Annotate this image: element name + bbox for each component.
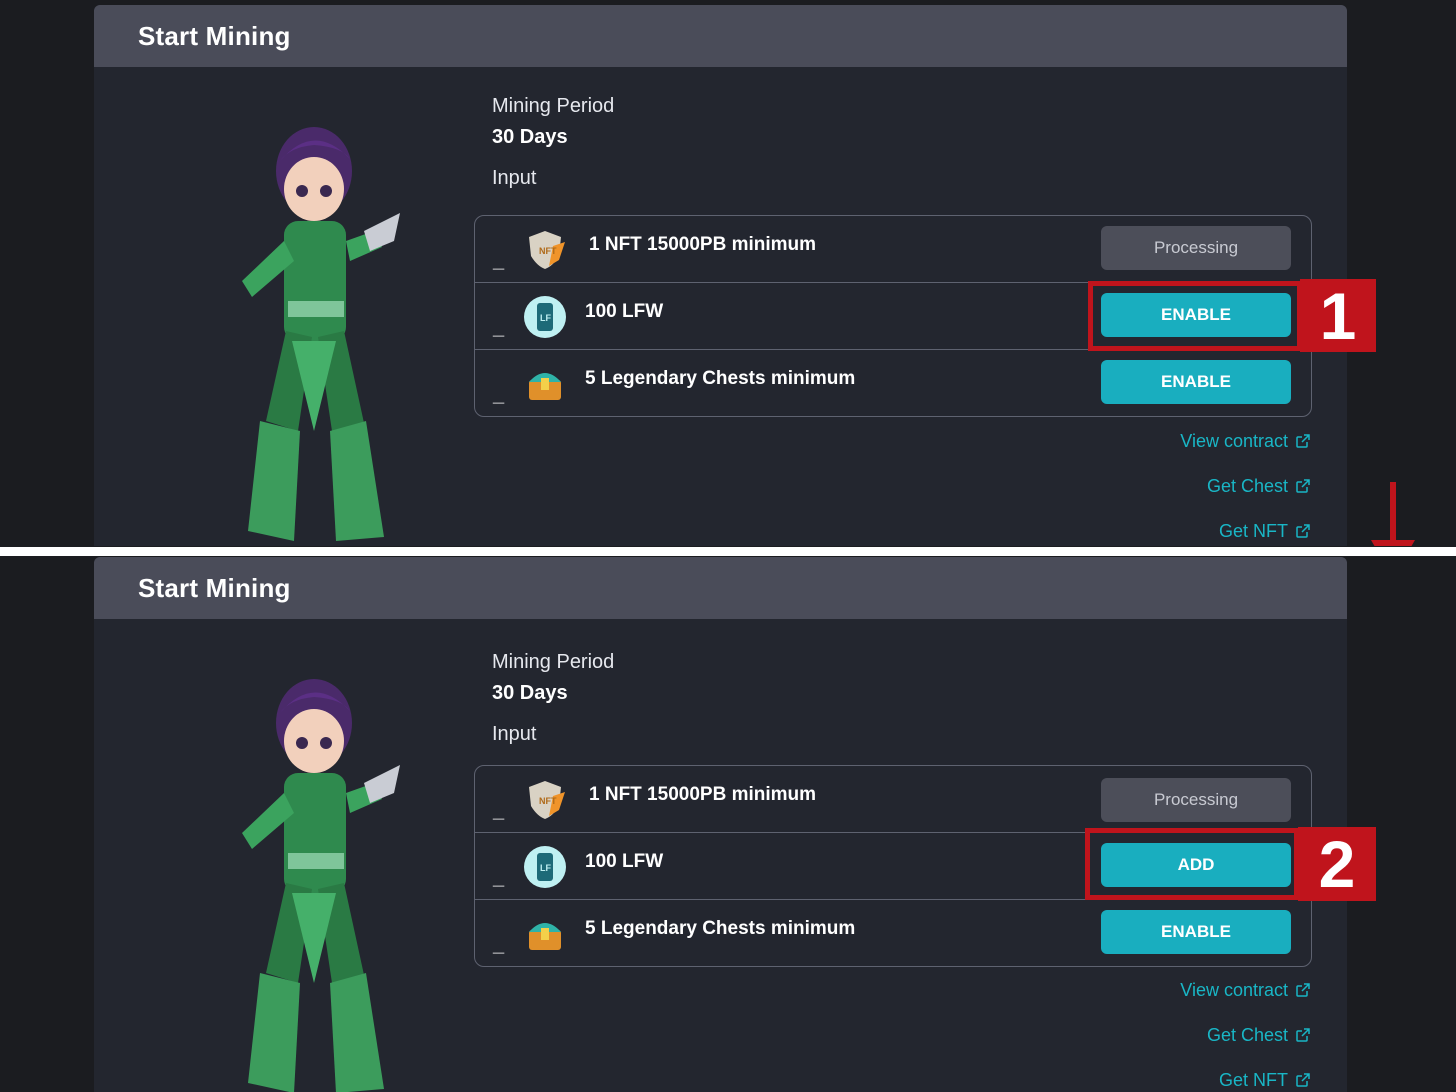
nft-shield-icon: NFT [529, 781, 565, 819]
view-contract-link[interactable]: View contract [1180, 429, 1311, 453]
mining-period-value: 30 Days [492, 682, 568, 704]
card-title: Start Mining [138, 572, 291, 603]
input-label: Input [492, 167, 537, 189]
panel-step-1: Start Mining Mining Period 30 Days Input… [0, 0, 1456, 546]
svg-text:NFT: NFT [539, 246, 557, 256]
external-link-icon [1296, 983, 1310, 997]
requirement-row-nft: _ NFT 1 NFT 15000PB minimum Processing [475, 766, 1311, 833]
highlight-box-2 [1085, 828, 1299, 900]
requirement-text: 5 Legendary Chests minimum [585, 918, 856, 939]
requirement-text: 1 NFT 15000PB minimum [589, 784, 817, 805]
processing-button[interactable]: Processing [1101, 778, 1291, 822]
external-link-icon [1296, 524, 1310, 538]
tutorial-screenshot: Start Mining Mining Period 30 Days Input… [0, 0, 1456, 1092]
card-header: Start Mining [94, 5, 1347, 67]
enable-chest-button[interactable]: ENABLE [1101, 910, 1291, 954]
svg-text:LF: LF [540, 863, 551, 873]
highlight-box-1 [1088, 281, 1302, 351]
mining-info: Mining Period 30 Days Input [492, 651, 614, 746]
input-label: Input [492, 723, 537, 745]
external-links: View contract Get Chest Get NFT [1180, 978, 1311, 1092]
requirement-text: 1 NFT 15000PB minimum [589, 234, 817, 255]
mining-period-label: Mining Period [492, 651, 615, 673]
external-link-icon [1296, 1028, 1310, 1042]
svg-text:LF: LF [540, 313, 551, 323]
get-nft-link[interactable]: Get NFT [1180, 1068, 1311, 1092]
requirement-text: 100 LFW [585, 851, 664, 872]
row-bullet: _ [493, 867, 505, 889]
nft-shield-icon: NFT [529, 231, 565, 269]
enable-chest-button[interactable]: ENABLE [1101, 360, 1291, 404]
mining-period-label: Mining Period [492, 95, 615, 117]
view-contract-link[interactable]: View contract [1180, 978, 1311, 1002]
processing-button[interactable]: Processing [1101, 226, 1291, 270]
start-mining-card: Start Mining Mining Period 30 Days Input… [94, 557, 1347, 1092]
row-bullet: _ [493, 934, 505, 956]
lfw-token-icon: LF [524, 296, 566, 338]
section-divider [0, 547, 1456, 556]
hero-character-image [242, 679, 400, 1092]
get-chest-link[interactable]: Get Chest [1180, 474, 1311, 498]
get-nft-link[interactable]: Get NFT [1180, 519, 1311, 543]
requirement-row-nft: _ NFT 1 NFT 15000PB minimum Processing [475, 216, 1311, 283]
row-bullet: _ [493, 250, 505, 272]
start-mining-card: Start Mining Mining Period 30 Days Input… [94, 5, 1347, 546]
requirement-text: 5 Legendary Chests minimum [585, 368, 856, 389]
get-chest-link[interactable]: Get Chest [1180, 1023, 1311, 1047]
panel-step-2: Start Mining Mining Period 30 Days Input… [0, 557, 1456, 1092]
row-bullet: _ [493, 384, 505, 406]
card-title: Start Mining [138, 20, 291, 51]
mining-info: Mining Period 30 Days Input [492, 95, 614, 190]
step-number-badge: 2 [1298, 827, 1376, 901]
requirement-row-chest: _ 5 Legendary Chests minimum ENABLE [475, 900, 1311, 967]
hero-character-image [242, 127, 400, 541]
card-header: Start Mining [94, 557, 1347, 619]
legendary-chest-icon [529, 923, 561, 950]
external-link-icon [1296, 434, 1310, 448]
mining-period-value: 30 Days [492, 126, 568, 148]
requirement-text: 100 LFW [585, 301, 664, 322]
row-bullet: _ [493, 800, 505, 822]
external-link-icon [1296, 1073, 1310, 1087]
lfw-token-icon: LF [524, 846, 566, 888]
external-links: View contract Get Chest Get NFT [1180, 429, 1311, 546]
row-bullet: _ [493, 317, 505, 339]
step-number-badge: 1 [1300, 279, 1376, 353]
external-link-icon [1296, 479, 1310, 493]
svg-text:NFT: NFT [539, 796, 557, 806]
arrow-down-icon [1371, 482, 1415, 546]
requirement-row-chest: _ 5 Legendary Chests minimum ENABLE [475, 350, 1311, 417]
legendary-chest-icon [529, 373, 561, 400]
